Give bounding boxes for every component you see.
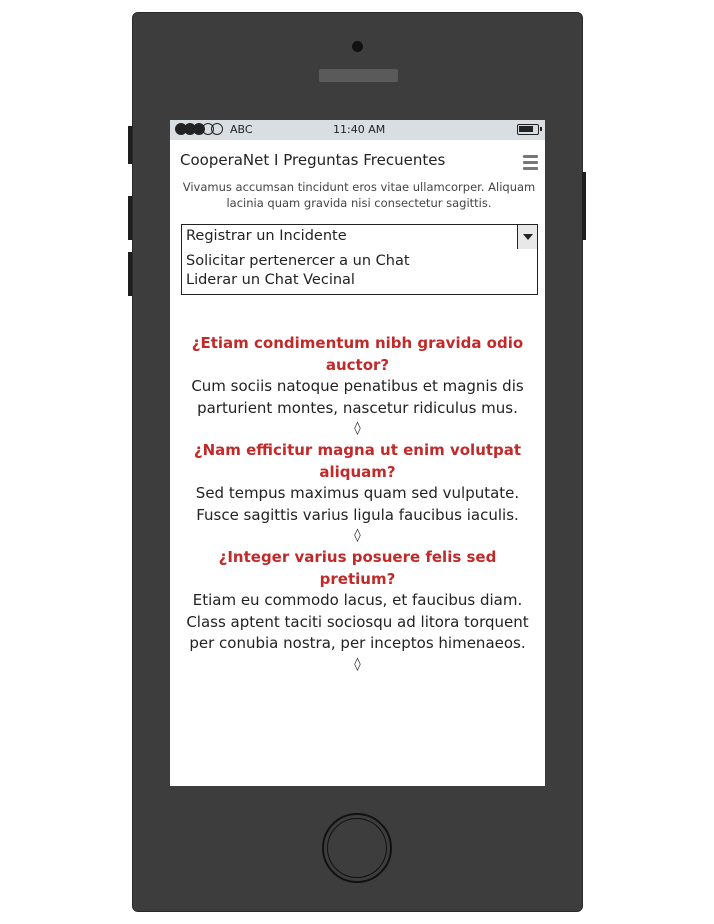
faq-item: ¿Integer varius posuere felis sed pretiu…	[170, 546, 545, 675]
signal-strength-icon	[175, 123, 223, 135]
diamond-separator-icon: ◊	[354, 656, 361, 672]
select-value: Registrar un Incidente	[186, 228, 347, 244]
battery-icon	[517, 124, 542, 135]
side-button-mute	[128, 126, 132, 164]
faq-answer: Sed tempus maximus quam sed vulputate. F…	[195, 484, 520, 524]
faq-list: ¿Etiam condimentum nibh gravida odio auc…	[170, 332, 545, 675]
status-time: 11:40 AM	[333, 123, 386, 136]
status-bar: ABC 11:40 AM	[170, 120, 545, 140]
side-button-volume-down	[128, 252, 132, 296]
chevron-down-icon[interactable]	[517, 225, 537, 249]
home-button[interactable]	[322, 813, 392, 883]
faq-question: ¿Integer varius posuere felis sed pretiu…	[218, 548, 497, 588]
hamburger-menu-icon[interactable]	[523, 155, 538, 170]
intro-text: Vivamus accumsan tincidunt eros vitae ul…	[182, 180, 536, 210]
speaker-grille	[319, 69, 398, 82]
category-select[interactable]: Registrar un Incidente	[181, 224, 538, 250]
faq-question: ¿Nam efficitur magna ut enim volutpat al…	[193, 441, 522, 481]
carrier-label: ABC	[230, 123, 253, 136]
select-option-lead-chat[interactable]: Liderar un Chat Vecinal	[182, 271, 537, 290]
diamond-separator-icon: ◊	[354, 528, 361, 543]
faq-item: ¿Etiam condimentum nibh gravida odio auc…	[170, 332, 545, 439]
select-option-chat[interactable]: Solicitar pertenercer a un Chat	[182, 249, 537, 271]
side-button-power	[582, 172, 586, 240]
faq-answer: Etiam eu commodo lacus, et faucibus diam…	[186, 591, 529, 652]
diamond-separator-icon: ◊	[354, 421, 361, 436]
faq-answer: Cum sociis natoque penatibus et magnis d…	[191, 377, 524, 417]
faq-item: ¿Nam efficitur magna ut enim volutpat al…	[170, 439, 545, 546]
screen: ABC 11:40 AM CooperaNet I Preguntas Frec…	[170, 120, 545, 786]
select-options-list: Solicitar pertenercer a un Chat Liderar …	[181, 249, 538, 295]
side-button-volume-up	[128, 196, 132, 240]
camera-icon	[352, 41, 363, 52]
page-title: CooperaNet I Preguntas Frecuentes	[180, 151, 446, 169]
faq-question: ¿Etiam condimentum nibh gravida odio auc…	[191, 334, 524, 374]
